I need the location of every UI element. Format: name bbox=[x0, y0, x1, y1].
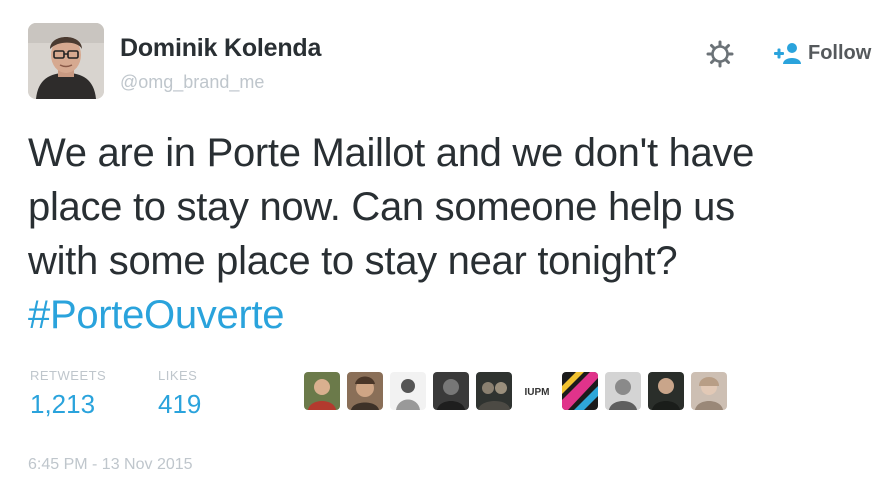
hashtag-link[interactable]: #PorteOuverte bbox=[28, 288, 878, 342]
liker-avatar[interactable] bbox=[347, 372, 383, 410]
liker-avatar[interactable] bbox=[476, 372, 512, 410]
tweet-text-line: place to stay now. Can someone help us bbox=[28, 185, 735, 229]
follow-label: Follow bbox=[808, 41, 872, 64]
tweet-card: Dominik Kolenda @omg_brand_me Follow We … bbox=[0, 0, 896, 500]
svg-text:IUPM: IUPM bbox=[525, 387, 550, 398]
liker-avatar[interactable] bbox=[605, 372, 641, 410]
tweet-text-line: with some place to stay near tonight? bbox=[28, 239, 678, 283]
liker-avatar[interactable] bbox=[390, 372, 426, 410]
tweet-text: We are in Porte Maillot and we don't hav… bbox=[28, 126, 878, 342]
follow-button[interactable]: Follow bbox=[772, 36, 890, 70]
liker-avatar[interactable]: IUPM bbox=[519, 372, 555, 410]
likes-count: 419 bbox=[158, 389, 202, 419]
liker-avatar[interactable] bbox=[562, 372, 598, 410]
liker-avatars: IUPM bbox=[304, 372, 727, 410]
author-handle[interactable]: @omg_brand_me bbox=[120, 72, 264, 93]
liker-avatar[interactable] bbox=[648, 372, 684, 410]
avatar-photo bbox=[28, 23, 104, 99]
retweets-count: 1,213 bbox=[30, 389, 96, 419]
likes-stat[interactable]: LIKES 419 bbox=[158, 368, 201, 420]
add-user-icon bbox=[774, 43, 801, 64]
author-avatar[interactable] bbox=[28, 23, 104, 99]
tweet-text-line: We are in Porte Maillot and we don't hav… bbox=[28, 131, 755, 175]
tweet-timestamp[interactable]: 6:45 PM - 13 Nov 2015 bbox=[28, 456, 193, 474]
liker-avatar[interactable] bbox=[433, 372, 469, 410]
liker-avatar[interactable] bbox=[304, 372, 340, 410]
gear-icon[interactable] bbox=[706, 40, 734, 68]
liker-avatar[interactable] bbox=[691, 372, 727, 410]
retweets-label: RETWEETS bbox=[30, 368, 107, 383]
author-display-name[interactable]: Dominik Kolenda bbox=[120, 34, 321, 63]
retweets-stat[interactable]: RETWEETS 1,213 bbox=[30, 368, 106, 420]
likes-label: LIKES bbox=[158, 368, 198, 383]
